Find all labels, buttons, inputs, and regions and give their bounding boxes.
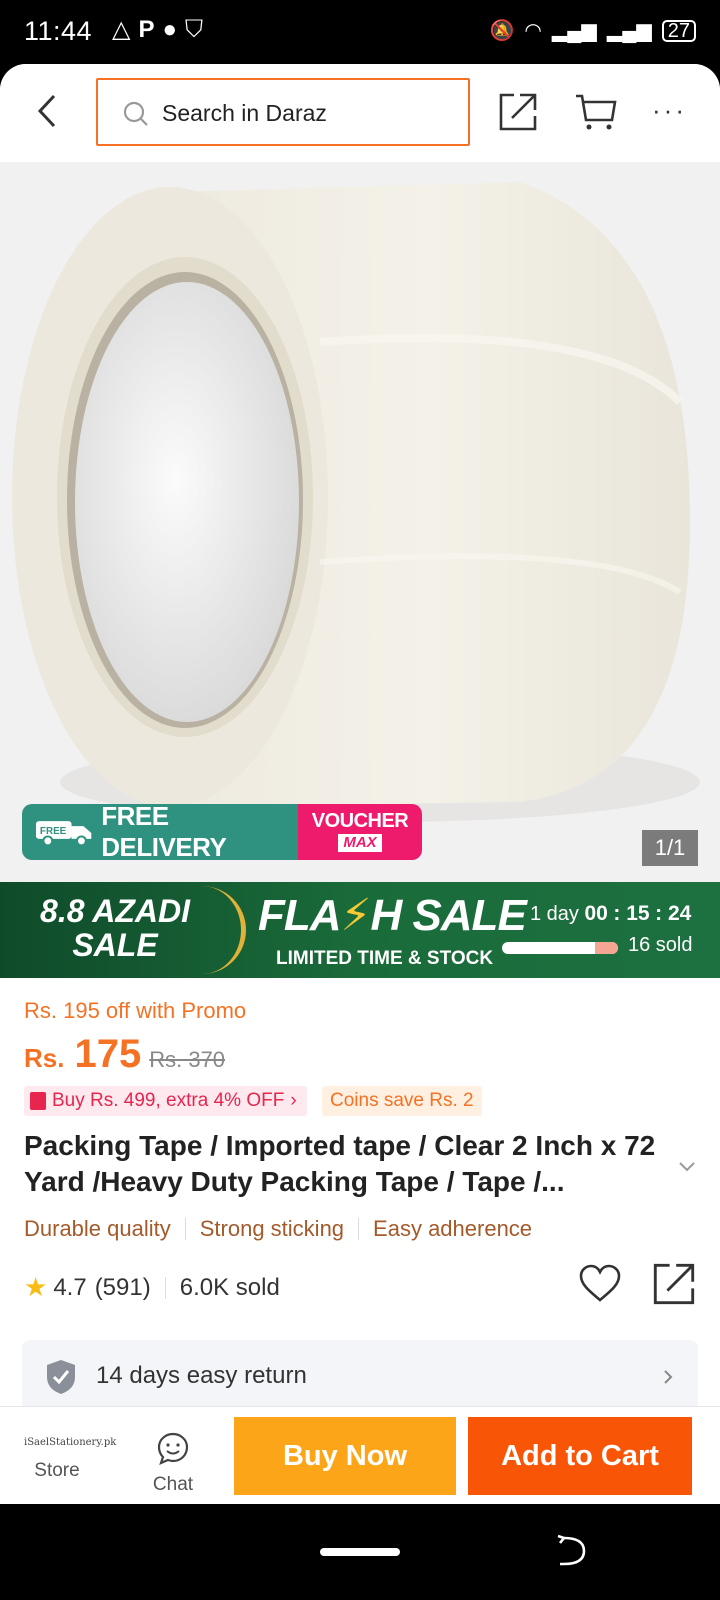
flash-title-part-1: FLA — [258, 891, 342, 940]
rating-value: 4.7 — [53, 1273, 87, 1301]
azadi-line-1: 8.8 AZADI — [40, 893, 190, 929]
store-label: Store — [34, 1460, 80, 1481]
heart-icon — [579, 1264, 621, 1302]
voucher-max-badge: VOUCHER MAX — [298, 804, 422, 860]
gold-ring-decoration — [196, 886, 246, 974]
price-row: Rs. 175 Rs. 370 — [24, 1032, 225, 1077]
flash-sold-count: 16 sold — [628, 934, 693, 956]
chat-label: Chat — [152, 1474, 194, 1495]
share-icon — [499, 93, 537, 131]
sold-count: 6.0K sold — [179, 1273, 280, 1301]
sold-progress-fill — [594, 942, 618, 954]
system-nav-bar — [0, 1504, 720, 1600]
more-options-button[interactable]: ··· — [652, 92, 692, 132]
wifi-icon: ◠ — [524, 20, 542, 42]
cart-button[interactable] — [574, 92, 618, 132]
buy-now-button[interactable]: Buy Now — [234, 1417, 456, 1495]
chevron-right-icon: › — [290, 1090, 297, 1111]
timer-days: 1 day — [530, 903, 579, 925]
p-icon: P — [138, 16, 155, 43]
signal-icon: ▂▄▆ — [551, 20, 597, 42]
facebook-icon: ● — [162, 16, 177, 43]
wishlist-button[interactable] — [578, 1264, 622, 1304]
timer-minutes: 15 — [626, 902, 650, 925]
feature-item: Easy adherence — [373, 1216, 533, 1241]
divider — [164, 1276, 166, 1299]
status-time: 11:44 — [24, 16, 93, 46]
chevron-right-icon — [664, 1370, 673, 1384]
back-button[interactable] — [28, 88, 68, 134]
coins-tag: Coins save Rs. 2 — [322, 1086, 482, 1116]
search-icon — [123, 101, 148, 126]
signal-icon: ▂▄▆ — [606, 20, 652, 42]
top-header: Search in Daraz ··· — [0, 64, 720, 162]
flash-sale-subtitle: LIMITED TIME & STOCK — [276, 948, 494, 969]
truck-icon: FREE — [35, 821, 92, 847]
voucher-max-label: MAX — [338, 834, 382, 852]
image-counter: 1/1 — [642, 830, 698, 866]
price-currency: Rs. — [24, 1043, 65, 1073]
countdown-timer: 1 day 00 : 15 : 24 — [530, 902, 692, 925]
return-policy-text: 14 days easy return — [96, 1362, 307, 1389]
timer-hours: 00 — [584, 902, 608, 925]
product-title: Packing Tape / Imported tape / Clear 2 I… — [24, 1130, 656, 1197]
store-logo: iSaelStationery.pk — [24, 1437, 117, 1448]
back-gesture-icon[interactable] — [556, 1534, 588, 1568]
warning-triangle-icon: △ — [112, 16, 131, 43]
voucher-label: VOUCHER — [311, 810, 409, 832]
promo-discount-text: Rs. 195 off with Promo — [24, 998, 247, 1023]
battery-icon: 27 — [661, 19, 696, 42]
status-bar: 11:44 △ P ● ⛉ 🔕 ◠ ▂▄▆ ▂▄▆ 27 — [0, 0, 720, 64]
feature-item: Durable quality — [24, 1216, 171, 1241]
product-image-gallery[interactable]: FREE FREE DELIVERY VOUCHER MAX 1/1 — [0, 162, 720, 882]
rating-count: (591) — [94, 1273, 151, 1301]
sold-progress-bar — [502, 942, 618, 954]
flash-sale-title: FLA⚡H SALE — [258, 890, 527, 941]
flash-sale-banner[interactable]: 8.8 AZADI SALE FLA⚡H SALE LIMITED TIME &… — [0, 882, 720, 978]
share-button[interactable] — [498, 92, 538, 132]
free-delivery-label: FREE DELIVERY — [101, 801, 227, 862]
shield-check-icon — [47, 1360, 75, 1394]
status-left-icons: △ P ● ⛉ — [112, 16, 203, 44]
current-price: 175 — [74, 1032, 142, 1076]
bolt-icon: ⚡ — [340, 891, 372, 940]
store-button[interactable]: iSaelStationery.pk Store — [24, 1417, 117, 1497]
bottom-action-bar: iSaelStationery.pk Store Chat Buy Now Ad… — [0, 1406, 720, 1504]
share-product-button[interactable] — [652, 1262, 696, 1306]
bundle-icon — [30, 1092, 46, 1110]
bundle-offer-tag[interactable]: Buy Rs. 499, extra 4% OFF › — [24, 1086, 307, 1116]
chat-button[interactable]: Chat — [140, 1417, 206, 1497]
product-page: Search in Daraz ··· FREE FREE DELIVERY V… — [0, 64, 720, 1504]
azadi-sale-label: 8.8 AZADI SALE — [40, 894, 190, 962]
original-price: Rs. 370 — [149, 1047, 226, 1072]
azadi-line-2: SALE — [72, 927, 158, 963]
share-icon — [653, 1263, 695, 1305]
free-delivery-badge: FREE FREE DELIVERY — [22, 801, 298, 862]
chevron-down-icon[interactable] — [676, 1160, 698, 1174]
bundle-offer-text: Buy Rs. 499, extra 4% OFF — [52, 1090, 285, 1111]
add-to-cart-button[interactable]: Add to Cart — [468, 1417, 692, 1495]
chat-icon — [157, 1432, 189, 1465]
cart-icon — [576, 94, 617, 130]
search-input[interactable]: Search in Daraz — [96, 78, 470, 146]
shield-icon: ⛉ — [184, 16, 203, 43]
status-right-icons: 🔕 ◠ ▂▄▆ ▂▄▆ 27 — [490, 18, 696, 43]
star-icon: ★ — [24, 1272, 48, 1302]
flash-title-part-2: H SALE — [370, 891, 526, 940]
home-gesture-pill[interactable] — [320, 1548, 400, 1556]
back-arrow-icon — [37, 94, 56, 128]
feature-item: Strong sticking — [199, 1216, 345, 1241]
rating-row[interactable]: ★ 4.7 (591) 6.0K sold — [24, 1272, 280, 1303]
divider — [358, 1218, 360, 1240]
search-placeholder: Search in Daraz — [162, 100, 327, 126]
timer-seconds: 24 — [668, 902, 692, 925]
feature-highlights: Durable quality Strong sticking Easy adh… — [24, 1216, 532, 1242]
free-small-label: FREE — [40, 826, 67, 837]
divider — [184, 1218, 186, 1240]
product-photo-tape-roll — [0, 162, 720, 882]
more-dots-icon: ··· — [652, 95, 687, 125]
mute-icon: 🔕 — [489, 20, 515, 42]
